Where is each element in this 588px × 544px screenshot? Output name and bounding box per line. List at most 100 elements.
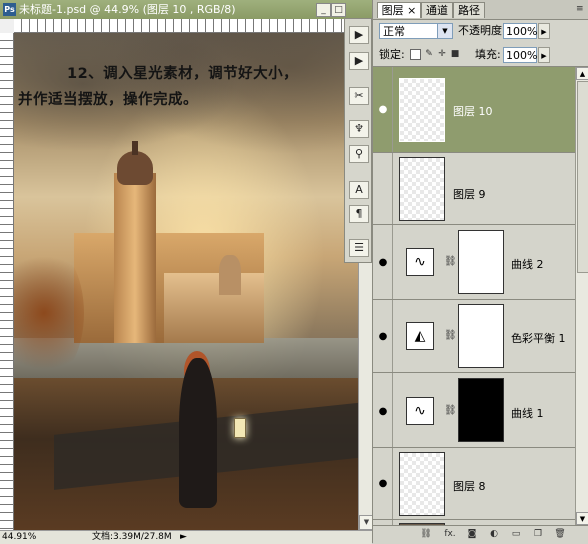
minimize-icon[interactable]: _ bbox=[316, 3, 331, 17]
panel-tabs: 图层 × 通道 路径 ≡ bbox=[373, 0, 588, 20]
fx-icon[interactable]: fx. bbox=[441, 528, 459, 541]
layers-scrollbar[interactable]: ▲ ▼ bbox=[575, 67, 588, 525]
play-icon[interactable]: ▶ bbox=[349, 26, 369, 44]
castle-wing bbox=[164, 273, 264, 343]
document-window: Ps 未标题-1.psd @ 44.9% (图层 10 , RGB/8) _ □… bbox=[0, 0, 374, 544]
visibility-toggle[interactable]: ● bbox=[373, 300, 393, 372]
lantern bbox=[234, 418, 246, 438]
stamp-icon[interactable]: ⚲ bbox=[349, 145, 369, 163]
status-menu-icon[interactable]: ► bbox=[180, 531, 187, 544]
layer-name[interactable]: 曲线 2 bbox=[511, 256, 544, 272]
lock-pixels-icon[interactable]: ✎ bbox=[424, 49, 434, 59]
layer-row[interactable]: ● 图层 8 bbox=[373, 448, 575, 520]
tab-paths[interactable]: 路径 bbox=[453, 2, 485, 18]
maximize-icon[interactable]: □ bbox=[331, 3, 346, 17]
lock-transparency-icon[interactable] bbox=[410, 49, 421, 60]
link-layers-icon[interactable]: ⛓ bbox=[419, 528, 433, 541]
zoom-level[interactable]: 44.91% bbox=[2, 531, 36, 544]
lock-all-icon[interactable]: ■ bbox=[450, 49, 460, 59]
blend-mode-select[interactable]: 正常 ▼ bbox=[379, 23, 453, 39]
opacity-label: 不透明度: bbox=[458, 24, 506, 37]
tab-layers-label: 图层 bbox=[381, 4, 404, 17]
blend-opacity-row: 正常 ▼ 不透明度: 100% ▶ bbox=[373, 20, 588, 44]
close-icon[interactable]: × bbox=[407, 4, 416, 17]
opacity-slider-icon[interactable]: ▶ bbox=[538, 23, 550, 39]
tab-layers[interactable]: 图层 × bbox=[377, 2, 421, 18]
layer-row[interactable]: ● ∿ ⛓ 曲线 1 bbox=[373, 373, 575, 448]
adjustment-layer-icon[interactable]: ◐ bbox=[487, 528, 501, 541]
layer-row[interactable]: ● ∿ ⛓ 曲线 2 bbox=[373, 225, 575, 300]
layer-row[interactable]: ● 图层 10 bbox=[373, 67, 575, 153]
fill-label: 填充: bbox=[475, 48, 501, 61]
layer-name[interactable]: 色彩平衡 1 bbox=[511, 330, 566, 346]
brush-settings-icon[interactable]: ✂ bbox=[349, 87, 369, 105]
eye-icon[interactable]: ● bbox=[377, 332, 389, 342]
woman-figure bbox=[179, 358, 217, 508]
visibility-toggle[interactable]: ● bbox=[373, 67, 393, 152]
layer-name[interactable]: 曲线 1 bbox=[511, 405, 544, 421]
brushes-icon[interactable]: ♆ bbox=[349, 120, 369, 138]
lock-position-icon[interactable]: ✛ bbox=[437, 49, 447, 59]
scroll-up-icon[interactable]: ▲ bbox=[576, 67, 588, 80]
layer-thumbnail bbox=[399, 452, 445, 516]
layer-comps-icon[interactable]: ☰ bbox=[349, 239, 369, 257]
castle-spire bbox=[132, 141, 138, 155]
eye-icon[interactable]: ● bbox=[377, 479, 389, 489]
layers-list: ● 图层 10 图层 9 ● ∿ ⛓ 曲线 2 ● ◭ ⛓ 色彩平衡 1 ● ∿… bbox=[373, 67, 575, 525]
vertical-ruler[interactable] bbox=[0, 33, 14, 530]
layer-name[interactable]: 图层 9 bbox=[453, 186, 486, 202]
layer-mask-thumbnail[interactable] bbox=[458, 230, 504, 294]
tab-channels[interactable]: 通道 bbox=[421, 2, 453, 18]
play-icon[interactable]: ▶ bbox=[349, 52, 369, 70]
sky-clouds bbox=[14, 33, 358, 203]
group-icon[interactable]: ▭ bbox=[509, 528, 523, 541]
photoshop-icon: Ps bbox=[3, 3, 16, 16]
ruler-origin[interactable] bbox=[0, 19, 15, 34]
fill-field[interactable]: 100% bbox=[503, 47, 537, 63]
chevron-down-icon[interactable]: ▼ bbox=[437, 24, 452, 38]
eye-icon[interactable]: ● bbox=[377, 105, 389, 115]
layer-name[interactable]: 图层 10 bbox=[453, 103, 493, 119]
paragraph-icon[interactable]: ¶ bbox=[349, 205, 369, 223]
lock-label: 锁定: bbox=[379, 48, 405, 61]
layers-panel: 图层 × 通道 路径 ≡ 正常 ▼ 不透明度: 100% ▶ 锁定: ✎ ✛ ■… bbox=[372, 0, 588, 544]
castle-tower bbox=[114, 173, 156, 343]
caption-line-1: 12、调入星光素材，调节好大小， bbox=[67, 66, 299, 82]
add-mask-icon[interactable]: ◙ bbox=[465, 528, 479, 541]
visibility-toggle[interactable] bbox=[373, 153, 393, 224]
layer-mask-thumbnail[interactable] bbox=[458, 378, 504, 442]
visibility-toggle[interactable]: ● bbox=[373, 373, 393, 447]
visibility-toggle[interactable]: ● bbox=[373, 225, 393, 299]
character-icon[interactable]: A bbox=[349, 181, 369, 199]
document-size: 文档:3.39M/27.8M bbox=[92, 532, 172, 542]
eye-icon[interactable]: ● bbox=[377, 407, 389, 417]
visibility-toggle[interactable]: ● bbox=[373, 448, 393, 519]
layer-name[interactable]: 图层 8 bbox=[453, 478, 486, 494]
document-title: 未标题-1.psd @ 44.9% (图层 10 , RGB/8) bbox=[19, 3, 236, 16]
chain-link-icon[interactable]: ⛓ bbox=[444, 255, 457, 269]
horizontal-ruler[interactable] bbox=[14, 19, 358, 33]
layer-thumbnail bbox=[399, 157, 445, 221]
layer-row[interactable]: ● ◭ ⛓ 色彩平衡 1 bbox=[373, 300, 575, 373]
castle-small-tower bbox=[219, 255, 241, 295]
scroll-down-icon[interactable]: ▼ bbox=[576, 512, 588, 525]
lock-fill-row: 锁定: ✎ ✛ ■ 填充: 100% ▶ bbox=[373, 44, 588, 67]
scroll-thumb[interactable] bbox=[577, 81, 588, 273]
layer-row[interactable]: 图层 9 bbox=[373, 153, 575, 225]
fill-slider-icon[interactable]: ▶ bbox=[538, 47, 550, 63]
tab-channels-label: 通道 bbox=[426, 4, 448, 17]
caption-line-2: 并作适当摆放，操作完成。 bbox=[18, 92, 198, 108]
curves-adjustment-icon: ∿ bbox=[406, 248, 434, 276]
panel-menu-icon[interactable]: ≡ bbox=[576, 4, 586, 14]
status-bar: 44.91% 文档:3.39M/27.8M ► bbox=[0, 530, 372, 544]
eye-icon[interactable]: ● bbox=[377, 258, 389, 268]
color-balance-adjustment-icon: ◭ bbox=[406, 322, 434, 350]
opacity-field[interactable]: 100% bbox=[503, 23, 537, 39]
chain-link-icon[interactable]: ⛓ bbox=[444, 404, 457, 418]
layer-mask-thumbnail[interactable] bbox=[458, 304, 504, 368]
castle-dome bbox=[117, 151, 153, 185]
image-canvas[interactable]: 12、调入星光素材，调节好大小， 并作适当摆放，操作完成。 bbox=[14, 33, 358, 530]
new-layer-icon[interactable]: ❐ bbox=[531, 528, 545, 541]
trash-icon[interactable]: 🗑 bbox=[553, 528, 567, 541]
chain-link-icon[interactable]: ⛓ bbox=[444, 329, 457, 343]
